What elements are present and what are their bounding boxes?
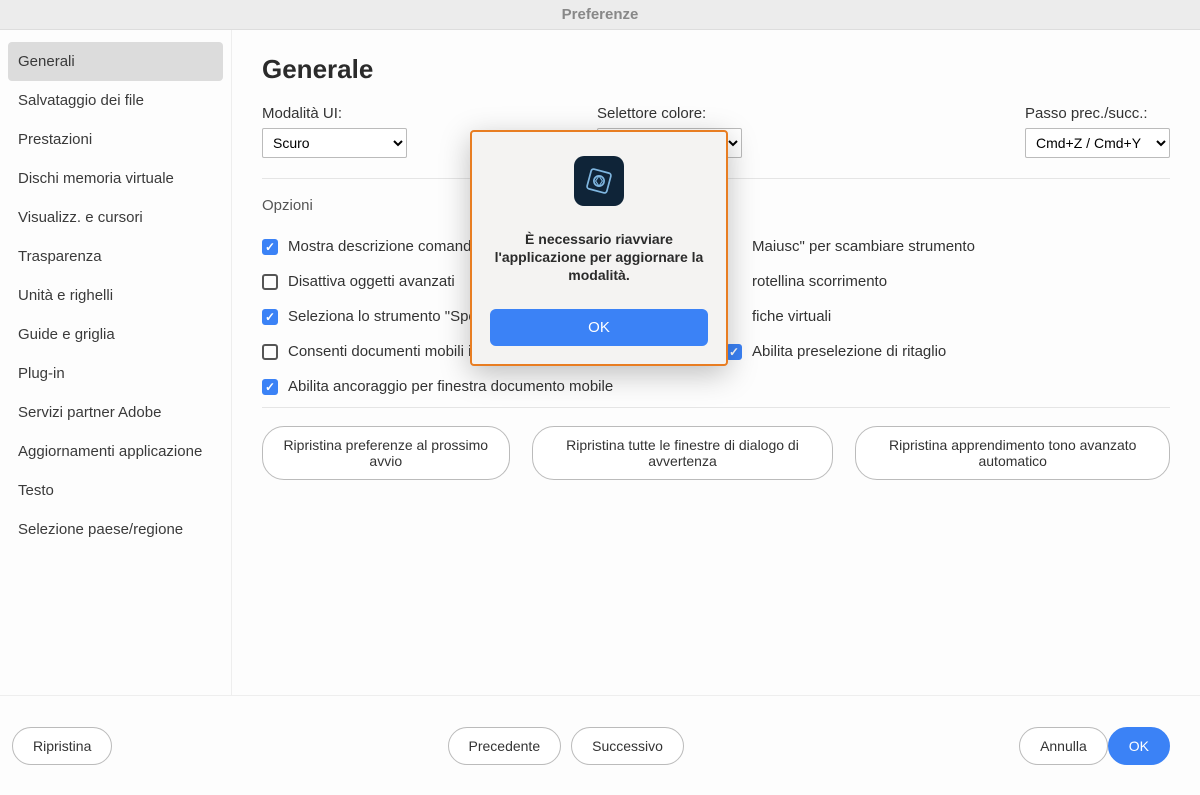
reset-pill-2[interactable]: Ripristina apprendimento tono avanzato a…: [855, 426, 1170, 480]
reset-button[interactable]: Ripristina: [12, 727, 112, 765]
option-right-2[interactable]: fiche virtuali: [726, 308, 1170, 325]
sidebar-item-6[interactable]: Unità e righelli: [8, 276, 223, 315]
sidebar: GeneraliSalvataggio dei filePrestazioniD…: [0, 30, 232, 695]
sidebar-item-9[interactable]: Servizi partner Adobe: [8, 393, 223, 432]
sidebar-item-0[interactable]: Generali: [8, 42, 223, 81]
option-right-0[interactable]: Maiusc" per scambiare strumento: [726, 238, 1170, 255]
color-picker-label: Selettore colore:: [597, 105, 742, 122]
reset-pill-0[interactable]: Ripristina preferenze al prossimo avvio: [262, 426, 510, 480]
checkbox[interactable]: [262, 274, 278, 290]
checkbox[interactable]: [726, 344, 742, 360]
prev-button[interactable]: Precedente: [448, 727, 562, 765]
page-title: Generale: [262, 54, 1170, 85]
checkbox[interactable]: [262, 309, 278, 325]
sidebar-item-4[interactable]: Visualizz. e cursori: [8, 198, 223, 237]
ok-button[interactable]: OK: [1108, 727, 1170, 765]
ui-mode-field: Modalità UI: Scuro: [262, 105, 407, 158]
divider: [262, 407, 1170, 408]
checkbox[interactable]: [262, 379, 278, 395]
ui-mode-select[interactable]: Scuro: [262, 128, 407, 158]
sidebar-item-2[interactable]: Prestazioni: [8, 120, 223, 159]
window-title: Preferenze: [0, 0, 1200, 30]
option-label: Mostra descrizione comandi: [288, 238, 475, 255]
option-label: fiche virtuali: [752, 308, 831, 325]
modal-ok-button[interactable]: OK: [490, 309, 708, 346]
option-right-3[interactable]: Abilita preselezione di ritaglio: [726, 343, 1170, 360]
ui-mode-label: Modalità UI:: [262, 105, 407, 122]
sidebar-item-1[interactable]: Salvataggio dei file: [8, 81, 223, 120]
option-right-1[interactable]: rotellina scorrimento: [726, 273, 1170, 290]
restart-modal: È necessario riavviare l'applicazione pe…: [470, 130, 728, 366]
cancel-button[interactable]: Annulla: [1019, 727, 1108, 765]
sidebar-item-5[interactable]: Trasparenza: [8, 237, 223, 276]
footer: Ripristina Precedente Successivo Annulla…: [0, 695, 1200, 795]
reset-buttons-row: Ripristina preferenze al prossimo avvio R…: [262, 426, 1170, 480]
option-right-4: [726, 378, 1170, 395]
option-label: rotellina scorrimento: [752, 273, 887, 290]
option-left-4[interactable]: Abilita ancoraggio per finestra document…: [262, 378, 706, 395]
checkbox[interactable]: [262, 344, 278, 360]
undo-field: Passo prec./succ.: Cmd+Z / Cmd+Y: [1025, 105, 1170, 158]
sidebar-item-7[interactable]: Guide e griglia: [8, 315, 223, 354]
sidebar-item-8[interactable]: Plug-in: [8, 354, 223, 393]
option-label: Maiusc" per scambiare strumento: [752, 238, 975, 255]
reset-pill-1[interactable]: Ripristina tutte le finestre di dialogo …: [532, 426, 834, 480]
option-label: Abilita ancoraggio per finestra document…: [288, 378, 613, 395]
option-label: Disattiva oggetti avanzati: [288, 273, 455, 290]
undo-label: Passo prec./succ.:: [1025, 105, 1170, 122]
option-label: Abilita preselezione di ritaglio: [752, 343, 946, 360]
modal-message: È necessario riavviare l'applicazione pe…: [490, 230, 708, 285]
app-icon: [574, 156, 624, 206]
sidebar-item-12[interactable]: Selezione paese/regione: [8, 510, 223, 549]
undo-select[interactable]: Cmd+Z / Cmd+Y: [1025, 128, 1170, 158]
checkbox[interactable]: [262, 239, 278, 255]
next-button[interactable]: Successivo: [571, 727, 684, 765]
sidebar-item-11[interactable]: Testo: [8, 471, 223, 510]
sidebar-item-3[interactable]: Dischi memoria virtuale: [8, 159, 223, 198]
sidebar-item-10[interactable]: Aggiornamenti applicazione: [8, 432, 223, 471]
